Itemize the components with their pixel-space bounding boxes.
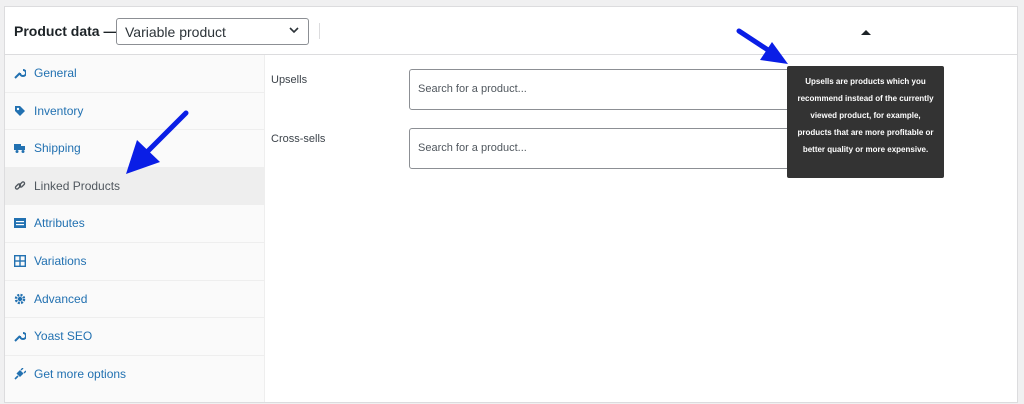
annotation-arrow-icon — [126, 110, 189, 174]
cross-sells-search-input[interactable]: Search for a product... — [409, 128, 795, 169]
list-icon — [14, 218, 26, 229]
link-icon — [14, 181, 26, 190]
panel-title: Product data — — [14, 23, 118, 39]
annotation-arrow-icon — [736, 28, 788, 64]
collapse-toggle-icon[interactable] — [859, 27, 873, 37]
product-type-value: Variable product — [125, 24, 226, 40]
panel-header: Product data — Variable product — [5, 7, 1017, 55]
tab-label: Linked Products — [34, 178, 121, 193]
plug-icon — [14, 367, 26, 380]
grid-icon — [14, 254, 26, 267]
upsells-help-tooltip: Upsells are products which you recommend… — [787, 66, 944, 178]
wrench-icon — [14, 332, 26, 342]
cross-sells-placeholder: Search for a product... — [418, 142, 527, 154]
tag-icon — [15, 105, 25, 116]
tab-attributes[interactable]: Attributes — [5, 205, 264, 243]
tab-label: Advanced — [34, 291, 88, 306]
tab-yoast-seo[interactable]: Yoast SEO — [5, 318, 264, 356]
upsells-search-input[interactable]: Search for a product... — [409, 69, 795, 110]
truck-icon — [14, 144, 25, 154]
header-divider — [319, 23, 320, 39]
tab-label: Variations — [34, 253, 87, 268]
tab-label: Get more options — [34, 366, 127, 381]
tab-get-more-options[interactable]: Get more options — [5, 356, 264, 394]
chevron-down-icon — [289, 27, 299, 34]
tab-general[interactable]: General — [5, 55, 264, 93]
tab-label: General — [34, 66, 77, 80]
tab-variations[interactable]: Variations — [5, 243, 264, 281]
tab-label: Inventory — [34, 103, 84, 118]
tab-label: Shipping — [34, 141, 81, 156]
gear-icon — [14, 293, 26, 304]
product-type-select[interactable]: Variable product — [116, 18, 309, 45]
tab-label: Attributes — [34, 216, 85, 231]
wrench-icon — [14, 69, 26, 79]
tab-label: Yoast SEO — [34, 329, 93, 344]
tab-advanced[interactable]: Advanced — [5, 281, 264, 319]
upsells-label: Upsells — [271, 74, 308, 86]
cross-sells-label: Cross-sells — [271, 133, 326, 145]
upsells-placeholder: Search for a product... — [418, 83, 527, 95]
